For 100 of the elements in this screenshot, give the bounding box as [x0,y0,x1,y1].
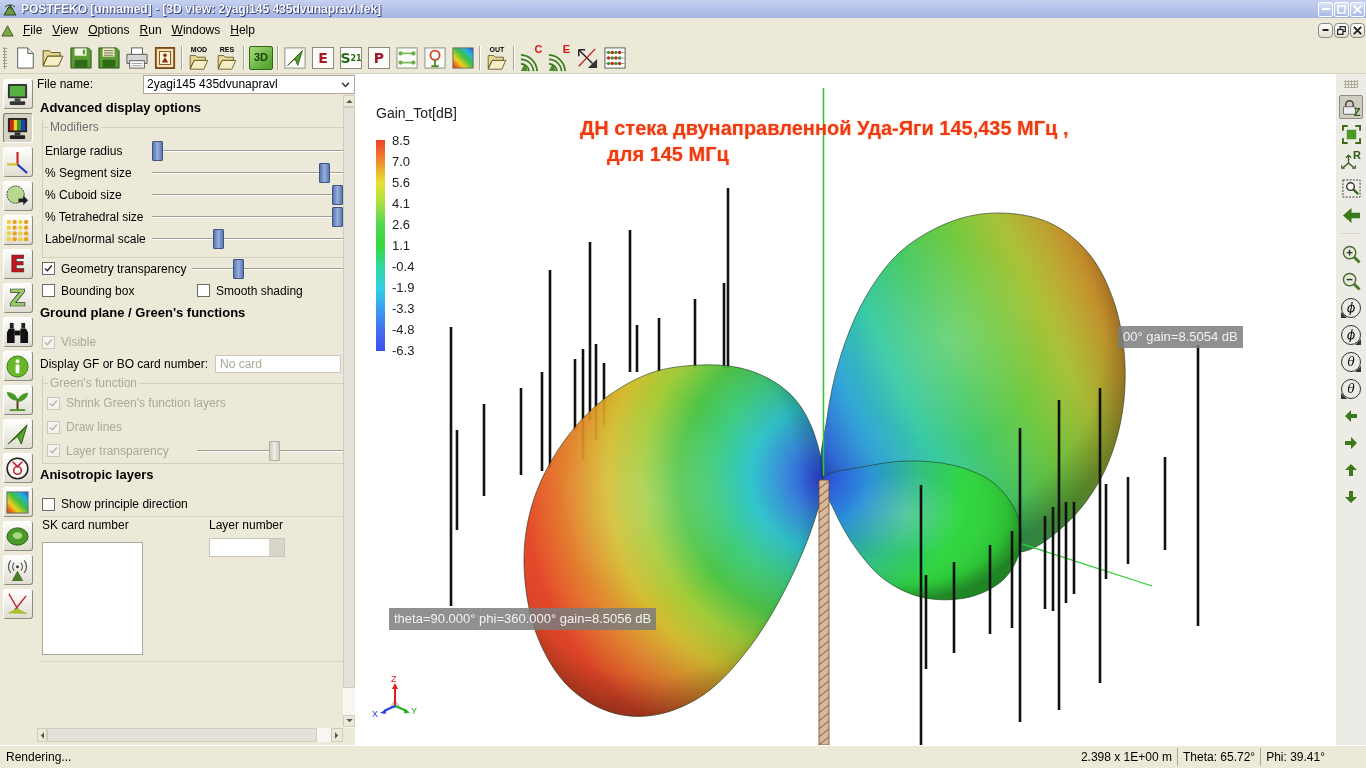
app-icon [3,2,17,16]
scroll-up-button[interactable] [343,95,355,107]
sk-card-list[interactable] [42,542,143,655]
scroll-down-button[interactable] [343,715,355,727]
ring-icon [6,456,29,480]
picture-frame-icon [154,46,176,69]
checkbox[interactable] [42,262,55,276]
side-tab[interactable]: E [2,249,33,279]
info-icon [6,354,29,378]
checkmark-icon [49,398,58,408]
maximize-icon [1337,4,1346,14]
toolbar-grip[interactable] [1344,80,1358,88]
binoculars-icon [6,320,29,344]
section-heading: Anisotropic layers [40,465,155,484]
scale-tick-label: 7.0 [392,152,412,171]
arrowhead-icon [1341,393,1347,399]
checkmark-icon [44,337,53,347]
menu-item[interactable]: Help [225,21,260,39]
slider-label: % Tetrahedral size [45,209,145,225]
folder-icon [487,53,507,70]
color-map-icon [6,490,29,514]
arrow-down-icon [1345,491,1357,503]
dot-grid-icon [6,218,29,242]
menu-item[interactable]: View [47,21,84,39]
slider-thumb[interactable] [152,141,163,161]
arrow-right-icon [1345,437,1357,449]
checkbox-label: Draw lines [66,419,122,435]
menu-item[interactable]: Windows [166,21,226,39]
view-tool-button[interactable] [1339,176,1363,200]
menu-item[interactable]: Options [83,21,135,39]
caret-down-icon [345,719,353,723]
scroll-right-button[interactable] [331,728,343,742]
folder-icon [217,53,237,70]
antenna-element [573,359,577,430]
toolbar-button[interactable]: P [368,46,390,69]
scale-tick-label: -3.3 [392,299,415,318]
view-tool-button[interactable]: Z [1339,95,1363,119]
printer-icon [126,46,148,69]
checkbox[interactable] [42,284,55,298]
list-label: SK card number [42,518,129,534]
spinner-label: Layer number [209,518,284,534]
scale-tick-label: 4.1 [392,194,412,213]
slider-label: % Cuboid size [45,187,123,203]
group-label: Modifiers [49,119,100,135]
legend-title: Gain_Tot[dB] [376,105,457,123]
color-map-icon [452,46,474,69]
scroll-left-button[interactable] [37,728,47,742]
restore-icon [1337,25,1346,35]
toolbar-button[interactable]: E [546,43,572,72]
window-title: POSTFEKO [unnamed] - [3D view: 2yagi145 435dvunapravl.fek] [21,1,382,17]
caret-up-icon [345,99,353,103]
folder-icon [42,48,64,67]
axis-label: X [372,709,378,719]
slider-label: Enlarge radius [45,143,124,159]
restore-button[interactable] [1334,22,1349,38]
slider-thumb[interactable] [213,229,225,249]
axis-label: Y [411,706,417,716]
sphere-arrow-icon [6,184,29,208]
paper-plane-icon [284,46,306,69]
menu-item[interactable]: File [18,21,48,39]
slider-thumb[interactable] [332,185,343,205]
checkmark-icon [49,446,58,456]
arrow-left-icon [1345,410,1357,422]
slider-thumb[interactable] [232,259,244,279]
view-3d-button[interactable]: 3D [249,45,273,70]
status-field: Theta: 65.72° [1176,748,1261,766]
view-tool-button[interactable]: R [1339,149,1363,173]
minimize-button[interactable] [1318,22,1333,38]
back-arrow-icon [1341,205,1361,225]
slider-thumb[interactable] [319,163,331,183]
status-field: Phi: 39.41° [1260,748,1330,766]
checkbox-label: Visible [61,334,97,350]
scale-tick-label: -0.4 [392,257,415,276]
slider-label: % Segment size [45,165,133,181]
monitor-icon [6,116,29,140]
axis-label: Z [391,674,397,684]
checkbox[interactable] [42,497,55,511]
arrowhead-icon [1355,366,1361,372]
checkbox-label: Layer transparency [66,443,169,459]
toolbar-grip[interactable] [3,46,7,69]
gain-marker-label: 00° gain=8.5054 dB [1118,326,1243,348]
file-name-dropdown[interactable]: 2yagi145 435dvunapravl [143,75,355,94]
checkbox-label: Show principle direction [61,496,188,512]
slider-thumb[interactable] [332,207,343,227]
location-pin-icon [424,46,446,69]
close-button[interactable] [1350,22,1365,38]
arrowhead-icon [1355,339,1361,345]
axis-triad-icon [380,683,410,714]
document-icon [14,46,36,69]
field-label: Display GF or BO card number: [40,356,210,372]
toolbar-button[interactable]: E [312,46,334,69]
crossed-lines-icon [6,592,29,616]
toolbar-button[interactable]: C [518,43,544,72]
view-tool-button[interactable] [1339,122,1363,146]
zoom-in-icon [1341,244,1361,264]
menu-item[interactable]: Run [134,21,167,39]
signal-waves-icon [547,53,566,72]
checkbox[interactable] [197,284,210,298]
connected-dots-icon [396,46,418,69]
side-tab[interactable] [2,113,33,143]
